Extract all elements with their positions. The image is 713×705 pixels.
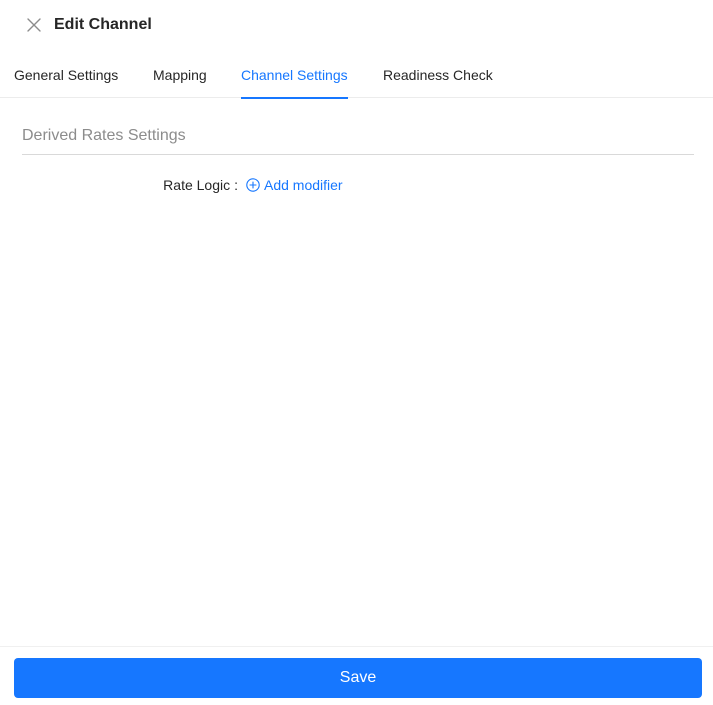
add-modifier-label: Add modifier xyxy=(264,177,343,193)
tab-channel-settings[interactable]: Channel Settings xyxy=(241,50,348,99)
section-title: Derived Rates Settings xyxy=(22,127,694,155)
save-button[interactable]: Save xyxy=(14,658,702,698)
drawer-header: Edit Channel xyxy=(0,0,713,50)
tab-readiness-check[interactable]: Readiness Check xyxy=(383,50,493,98)
tab-general-settings[interactable]: General Settings xyxy=(14,50,118,98)
tab-bar: General Settings Mapping Channel Setting… xyxy=(0,50,713,99)
plus-circle-icon xyxy=(246,178,260,192)
rate-logic-label-text: Rate Logic xyxy=(163,177,231,193)
edit-channel-drawer: Edit Channel General Settings Mapping Ch… xyxy=(0,0,713,705)
drawer-footer: Save xyxy=(0,646,713,705)
drawer-title: Edit Channel xyxy=(54,16,152,33)
add-modifier-button[interactable]: Add modifier xyxy=(246,177,343,193)
rate-logic-row: Rate Logic: Add modifier xyxy=(0,175,713,197)
tab-mapping[interactable]: Mapping xyxy=(153,50,207,98)
label-colon: : xyxy=(234,177,238,193)
close-icon[interactable] xyxy=(24,15,44,35)
rate-logic-label: Rate Logic: xyxy=(163,177,238,193)
